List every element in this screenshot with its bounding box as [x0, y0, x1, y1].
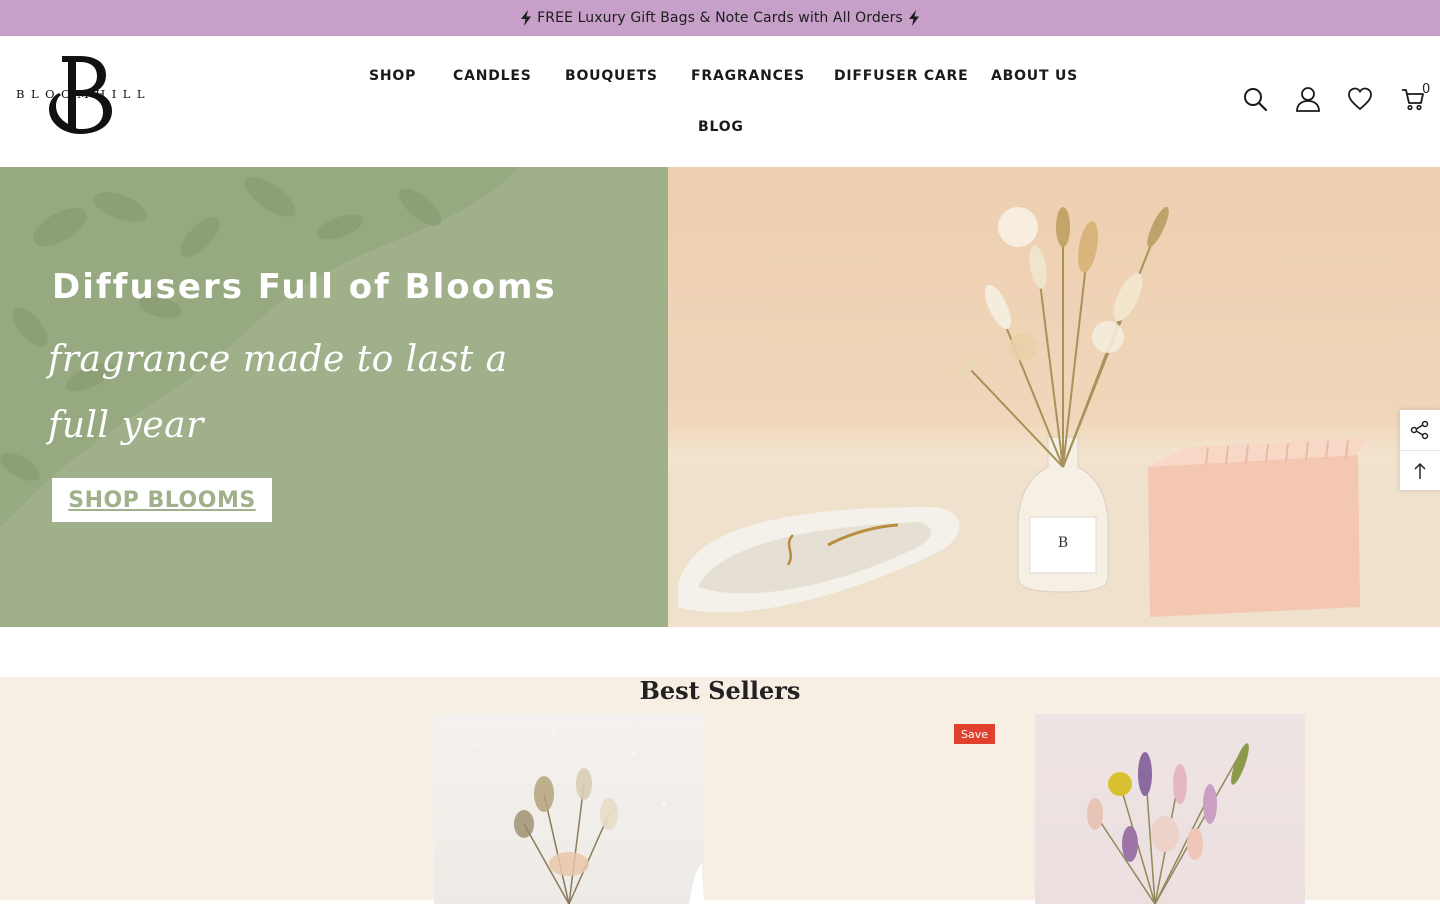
- site-header: BLOOMHILL SHOP CANDLES BOUQUETS FRAGRANC…: [0, 36, 1440, 167]
- product-card-image[interactable]: [434, 714, 704, 904]
- lightning-icon: [908, 10, 919, 26]
- announcement-bar: FREE Luxury Gift Bags & Note Cards with …: [0, 0, 1440, 36]
- best-sellers-section: Best Sellers Save: [0, 676, 1440, 904]
- nav-item-fragrances[interactable]: FRAGRANCES: [691, 68, 805, 84]
- hero-text-panel: Diffusers Full of Blooms fragrance made …: [0, 167, 668, 627]
- hero-banner: Diffusers Full of Blooms fragrance made …: [0, 167, 1440, 627]
- hero-subtitle: fragrance made to last a full year: [48, 339, 508, 446]
- nav-item-diffuser-care[interactable]: DIFFUSER CARE: [834, 68, 968, 84]
- hero-title: Diffusers Full of Blooms: [52, 267, 557, 307]
- cart-icon[interactable]: 0: [1400, 82, 1430, 112]
- diffuser-bouquet-illustration: B: [668, 206, 1440, 627]
- floating-tools: [1400, 410, 1440, 490]
- announcement-text: FREE Luxury Gift Bags & Note Cards with …: [537, 10, 903, 26]
- heart-icon[interactable]: [1347, 86, 1373, 112]
- svg-text:B: B: [1058, 535, 1068, 551]
- nav-item-shop[interactable]: SHOP: [369, 68, 416, 84]
- nav-item-candles[interactable]: CANDLES: [453, 68, 532, 84]
- product-card-image[interactable]: [1035, 714, 1305, 904]
- lightning-icon: [521, 10, 532, 26]
- nav-item-bouquets[interactable]: BOUQUETS: [565, 68, 658, 84]
- bouquet-product-image: [472, 732, 704, 904]
- hero-image: B: [668, 167, 1440, 627]
- save-badge: Save: [954, 724, 995, 744]
- section-title: Best Sellers: [639, 676, 801, 705]
- nav-item-blog[interactable]: BLOG: [698, 119, 744, 135]
- share-icon[interactable]: [1400, 410, 1440, 450]
- shop-blooms-button[interactable]: SHOP BLOOMS: [52, 478, 272, 522]
- bouquet-product-image: [1087, 743, 1249, 904]
- header-icons: 0: [1220, 82, 1440, 116]
- search-icon[interactable]: [1242, 86, 1268, 112]
- cart-count: 0: [1422, 82, 1431, 97]
- arrow-up-icon[interactable]: [1400, 450, 1440, 490]
- nav-item-about-us[interactable]: ABOUT US: [991, 68, 1078, 84]
- user-icon[interactable]: [1295, 86, 1321, 112]
